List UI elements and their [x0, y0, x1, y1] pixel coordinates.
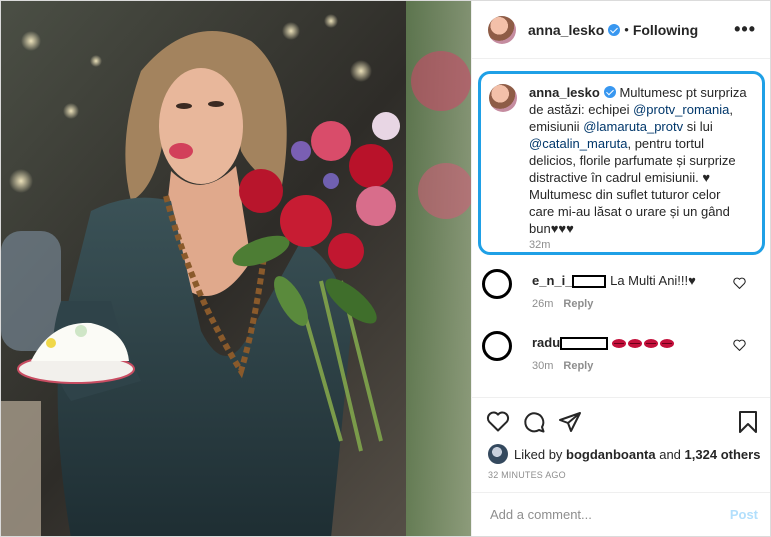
kiss-lips-icon	[659, 339, 674, 348]
bookmark-save-icon[interactable]	[738, 410, 758, 434]
verified-badge-icon	[603, 86, 616, 98]
comment-username[interactable]: radu	[532, 335, 560, 350]
liker-username[interactable]: bogdanboanta	[566, 447, 656, 462]
reply-button[interactable]: Reply	[563, 298, 593, 310]
comments-section: anna_lesko Multumesc pt surpriza de astă…	[472, 59, 770, 397]
likes-conjunction: and	[659, 446, 681, 462]
separator-dot: •	[624, 22, 629, 37]
post-photo[interactable]	[1, 1, 471, 536]
commenter-avatar[interactable]	[482, 331, 512, 361]
comment-item: radu 30m Reply	[472, 331, 770, 391]
action-bar	[484, 408, 758, 436]
reply-button[interactable]: Reply	[563, 360, 593, 372]
kiss-lips-icon	[611, 339, 626, 348]
more-options-icon[interactable]: •••	[734, 19, 756, 40]
post-sidebar: anna_lesko • Following ••• anna_lesko Mu…	[471, 1, 770, 536]
following-button[interactable]: Following	[633, 22, 698, 38]
mention-link[interactable]: @protv_romania	[633, 102, 729, 117]
post-header: anna_lesko • Following •••	[472, 1, 770, 59]
caption-username[interactable]: anna_lesko	[529, 85, 600, 100]
photo-illustration	[1, 1, 471, 536]
instagram-post: anna_lesko • Following ••• anna_lesko Mu…	[0, 0, 771, 537]
kiss-lips-icon	[627, 339, 642, 348]
mention-link[interactable]: @lamaruta_protv	[583, 119, 683, 134]
kiss-lips-icon	[643, 339, 658, 348]
liker-avatar[interactable]	[488, 444, 508, 464]
like-comment-heart-icon[interactable]	[733, 277, 746, 289]
post-actions: Liked by bogdanboanta and 1,324 others 3…	[472, 397, 770, 480]
like-comment-heart-icon[interactable]	[733, 339, 746, 351]
mention-link[interactable]: @catalin_maruta	[529, 136, 627, 151]
caption-timestamp[interactable]: 32m	[529, 239, 550, 251]
comment-body: radu	[532, 335, 676, 350]
post-timestamp[interactable]: 32 MINUTES AGO	[488, 470, 566, 480]
comment-username[interactable]: e_n_i_	[532, 273, 572, 288]
comment-body: e_n_i_ La Multi Ani!!!♥	[532, 273, 696, 288]
redaction-box	[572, 275, 607, 288]
comment-meta: 30m Reply	[532, 360, 593, 372]
add-comment-input[interactable]	[488, 506, 730, 523]
commenter-avatar[interactable]	[482, 269, 512, 299]
author-username[interactable]: anna_lesko	[528, 22, 604, 38]
caption-text-part: si lui	[683, 119, 713, 134]
add-comment-bar: Post	[472, 492, 770, 536]
caption-text-part: , pentru tortul delicios, florile parfum…	[529, 136, 736, 236]
comment-icon[interactable]	[522, 410, 546, 434]
likes-prefix: Liked by	[514, 446, 563, 462]
caption-author-avatar[interactable]	[489, 84, 517, 112]
comment-meta: 26m Reply	[532, 298, 593, 310]
comment-text: La Multi Ani!!!♥	[610, 273, 696, 288]
likes-count-link[interactable]: 1,324 others	[685, 447, 761, 462]
likes-summary: Liked by bogdanboanta and 1,324 others	[488, 444, 760, 464]
verified-badge-icon	[608, 23, 621, 36]
comment-time[interactable]: 30m	[532, 360, 553, 372]
post-comment-button[interactable]: Post	[730, 507, 758, 522]
author-avatar[interactable]	[488, 15, 516, 44]
caption-text: anna_lesko Multumesc pt surpriza de astă…	[529, 84, 748, 237]
redaction-box	[560, 337, 609, 350]
heart-icon[interactable]	[486, 410, 510, 432]
caption-highlight: anna_lesko Multumesc pt surpriza de astă…	[478, 71, 765, 255]
comment-item: e_n_i_ La Multi Ani!!!♥ 26m Reply	[472, 269, 770, 329]
share-paper-plane-icon[interactable]	[558, 410, 582, 434]
comment-time[interactable]: 26m	[532, 298, 553, 310]
